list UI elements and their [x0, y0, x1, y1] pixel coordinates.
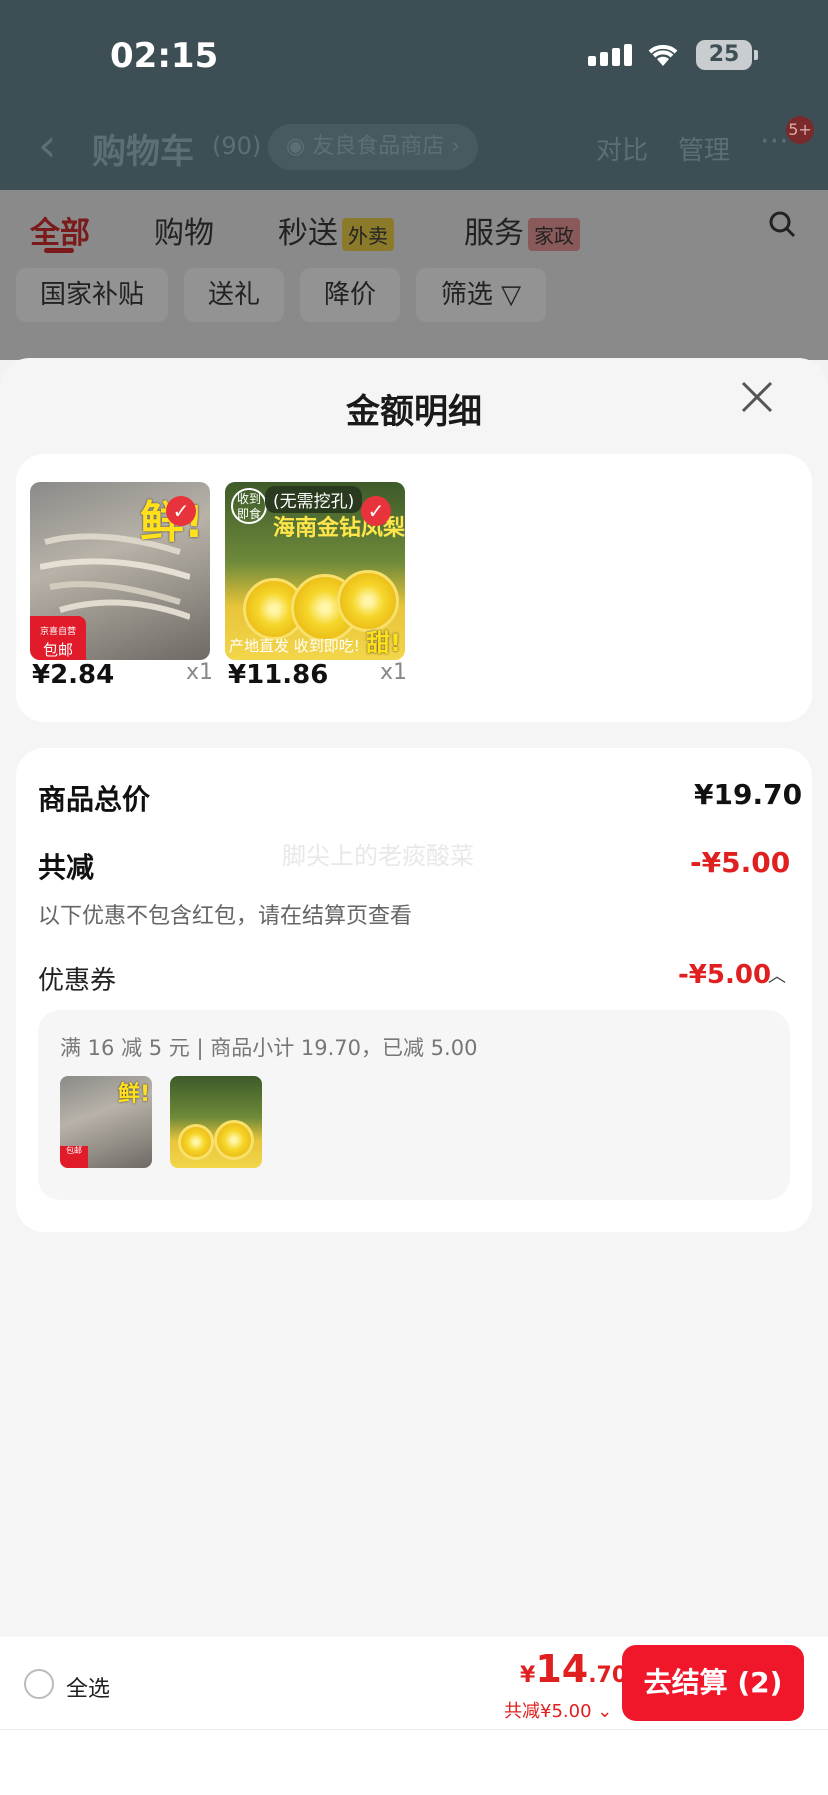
- coupon-detail-text: 满 16 减 5 元 | 商品小计 19.70，已减 5.00: [60, 1036, 478, 1060]
- tab-express-label: 秒送: [278, 216, 338, 251]
- chevron-down-icon: ⌄: [597, 1701, 613, 1722]
- cart-count: (90): [212, 132, 262, 160]
- item-qty: x1: [380, 660, 408, 685]
- amount-detail-sheet: 金额明细 鲜! 京喜自营包邮 ✓ ¥2.84 x1 收到即食 (无需挖孔) 海南…: [0, 358, 828, 1795]
- currency-symbol: ¥: [520, 1663, 536, 1688]
- ready-to-eat-badge: 收到即食: [231, 488, 267, 524]
- watermark: 脚尖上的老痰酸菜: [282, 842, 474, 870]
- tab-express-tag: 外卖: [342, 218, 394, 251]
- wifi-icon: [646, 40, 680, 76]
- tab-express[interactable]: 秒送 外卖: [278, 208, 394, 252]
- items-card: 鲜! 京喜自营包邮 ✓ ¥2.84 x1 收到即食 (无需挖孔) 海南金钻凤梨 …: [16, 454, 812, 722]
- select-all-radio[interactable]: [24, 1669, 54, 1699]
- store-name: 友良食品商店: [312, 134, 445, 159]
- total-int: 14: [535, 1647, 589, 1691]
- sheet-title: 金额明细: [346, 392, 482, 432]
- reduce-summary[interactable]: 共减¥5.00 ⌄: [504, 1697, 612, 1723]
- eye-icon: ◉: [286, 134, 313, 159]
- item-qty: x1: [186, 660, 214, 685]
- coupon-detail-panel: 满 16 减 5 元 | 商品小计 19.70，已减 5.00 鲜! 包邮: [38, 1010, 790, 1200]
- price-summary-card: 商品总价 ¥19.70 脚尖上的老痰酸菜 共减 -¥5.00 以下优惠不包含红包…: [16, 748, 812, 1232]
- tab-underline: [44, 248, 74, 253]
- status-bar: 02:15 25: [0, 0, 828, 100]
- pineapple-slice: [214, 1120, 254, 1160]
- tab-service-label: 服务: [464, 216, 524, 251]
- battery-tip: [754, 50, 758, 60]
- checked-icon[interactable]: ✓: [166, 496, 196, 526]
- signal-icon: [588, 44, 632, 66]
- reduce-value: -¥5.00: [690, 846, 791, 879]
- free-shipping-tag: 京喜自营 包邮: [30, 616, 86, 660]
- tab-service[interactable]: 服务 家政: [464, 208, 580, 252]
- coupon-value[interactable]: -¥5.00: [678, 960, 771, 990]
- reduce-label: 共减: [38, 851, 95, 884]
- total-label: 商品总价: [38, 783, 151, 816]
- coupon-item-fish: 鲜! 包邮: [60, 1076, 152, 1168]
- more-badge: 5+: [786, 116, 814, 144]
- cart-tabs: 全部 购物 秒送 外卖 服务 家政: [0, 190, 828, 264]
- free-ship-text: 包邮: [42, 641, 73, 659]
- funnel-icon: ▽: [501, 280, 522, 310]
- product-image-fish[interactable]: 鲜! 京喜自营包邮 ✓: [30, 482, 210, 660]
- home-area: [0, 1729, 828, 1795]
- filter-bar: 国家补贴 送礼 降价 筛选 ▽: [0, 264, 828, 360]
- discount-note: 以下优惠不包含红包，请在结算页查看: [38, 904, 413, 929]
- product-image-pineapple[interactable]: 收到即食 (无需挖孔) 海南金钻凤梨 产地直发 收到即吃! 甜! ✓: [225, 482, 405, 660]
- free-shipping-tag: 包邮: [60, 1146, 88, 1168]
- filter-subsidy[interactable]: 国家补贴: [16, 268, 168, 322]
- coupon-label: 优惠券: [38, 966, 117, 996]
- checked-icon[interactable]: ✓: [361, 496, 391, 526]
- self-op-text: 京喜自营: [39, 627, 76, 637]
- sweet-label: 甜!: [366, 629, 401, 657]
- search-icon[interactable]: [768, 210, 796, 245]
- status-time: 02:15: [110, 36, 219, 76]
- nav-bar: ‹ 购物车 (90) ◉ 友良食品商店 › 对比 管理 ··· 5+: [0, 100, 828, 190]
- fresh-label: 鲜!: [117, 1082, 150, 1107]
- compare-button[interactable]: 对比: [596, 130, 648, 167]
- item-price: ¥2.84: [32, 660, 115, 690]
- item-price: ¥11.86: [228, 660, 329, 690]
- tab-service-tag: 家政: [528, 218, 580, 251]
- pineapple-slice: [178, 1124, 214, 1160]
- checkout-button[interactable]: 去结算 (2): [622, 1645, 804, 1721]
- close-icon[interactable]: [740, 378, 774, 422]
- tab-all[interactable]: 全部: [30, 208, 90, 252]
- pineapple-caption: 产地直发 收到即吃!: [229, 637, 360, 655]
- filter-gift[interactable]: 送礼: [184, 268, 284, 322]
- total-value: ¥19.70: [694, 778, 803, 811]
- filter-more[interactable]: 筛选 ▽: [416, 268, 546, 322]
- page-title: 购物车: [92, 132, 194, 172]
- select-all-label[interactable]: 全选: [66, 1671, 110, 1703]
- chevron-up-icon[interactable]: ︿: [768, 962, 786, 988]
- manage-button[interactable]: 管理: [678, 130, 730, 167]
- filter-price-drop[interactable]: 降价: [300, 268, 400, 322]
- coupon-item-pineapple: [170, 1076, 262, 1168]
- filter-more-label: 筛选: [440, 280, 493, 310]
- back-icon[interactable]: ‹: [38, 118, 56, 172]
- checkout-bar: 全选 ¥14.70 共减¥5.00 ⌄ 去结算 (2): [0, 1637, 828, 1729]
- no-coring-banner: (无需挖孔): [265, 486, 363, 513]
- total-price: ¥14.70: [520, 1647, 627, 1691]
- tab-shopping[interactable]: 购物: [154, 208, 214, 252]
- more-icon[interactable]: ···: [760, 124, 789, 159]
- store-pill[interactable]: ◉ 友良食品商店 ›: [268, 124, 479, 170]
- battery-icon: 25: [696, 40, 752, 70]
- reduce-summary-text: 共减¥5.00: [504, 1701, 592, 1722]
